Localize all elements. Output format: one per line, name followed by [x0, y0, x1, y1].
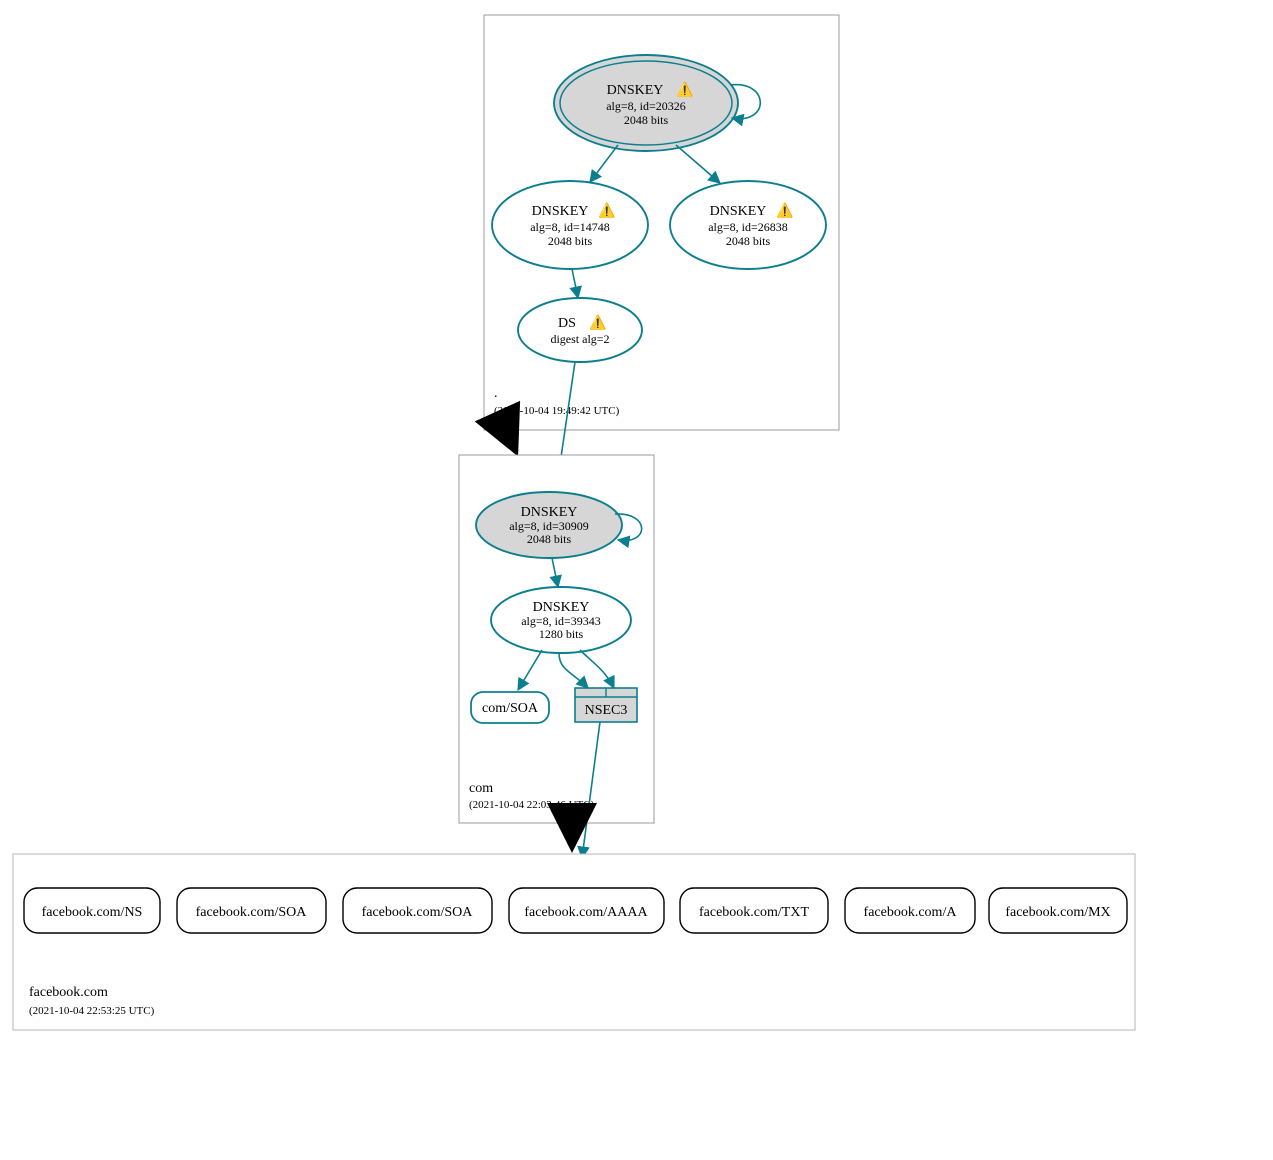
warning-icon: ⚠️ [598, 202, 615, 219]
warning-icon: ⚠️ [676, 81, 693, 98]
node-root-ds: DS ⚠️ digest alg=2 [518, 298, 642, 362]
rr-a: facebook.com/A [845, 888, 975, 933]
rr-mx: facebook.com/MX [989, 888, 1127, 933]
node-root-ksk: DNSKEY ⚠️ alg=8, id=20326 2048 bits [554, 55, 738, 151]
zone-fb: facebook.com (2021-10-04 22:53:25 UTC) f… [13, 854, 1135, 1030]
warning-icon: ⚠️ [776, 202, 793, 219]
svg-text:DS: DS [558, 316, 576, 331]
svg-text:digest alg=2: digest alg=2 [550, 332, 609, 346]
svg-text:facebook.com/SOA: facebook.com/SOA [362, 905, 474, 920]
zone-root-title: . [494, 386, 498, 401]
zone-fb-timestamp: (2021-10-04 22:53:25 UTC) [29, 1005, 155, 1017]
svg-text:DNSKEY: DNSKEY [533, 600, 590, 615]
svg-text:DNSKEY: DNSKEY [532, 204, 589, 219]
zone-fb-title: facebook.com [29, 985, 108, 1000]
node-root-zsk1: DNSKEY ⚠️ alg=8, id=14748 2048 bits [492, 181, 648, 269]
svg-text:DNSKEY: DNSKEY [521, 505, 578, 520]
svg-text:alg=8, id=20326: alg=8, id=20326 [606, 99, 686, 113]
svg-text:2048 bits: 2048 bits [527, 532, 572, 546]
node-com-soa: com/SOA [471, 692, 549, 723]
svg-text:facebook.com/A: facebook.com/A [864, 905, 958, 920]
rr-aaaa: facebook.com/AAAA [509, 888, 664, 933]
rr-soa1: facebook.com/SOA [177, 888, 326, 933]
svg-text:alg=8, id=30909: alg=8, id=30909 [509, 519, 589, 533]
zone-com-timestamp: (2021-10-04 22:03:46 UTC) [469, 799, 595, 811]
svg-text:facebook.com/TXT: facebook.com/TXT [699, 905, 809, 920]
svg-text:facebook.com/NS: facebook.com/NS [42, 905, 143, 920]
svg-text:facebook.com/SOA: facebook.com/SOA [196, 905, 308, 920]
svg-text:alg=8, id=14748: alg=8, id=14748 [530, 220, 610, 234]
svg-text:2048 bits: 2048 bits [624, 113, 669, 127]
node-com-ksk: DNSKEY alg=8, id=30909 2048 bits [476, 492, 622, 558]
rr-soa2: facebook.com/SOA [343, 888, 492, 933]
svg-text:NSEC3: NSEC3 [585, 703, 628, 718]
zone-root-timestamp: (2021-10-04 19:49:42 UTC) [494, 405, 620, 417]
zone-com-title: com [469, 781, 493, 796]
svg-text:DNSKEY: DNSKEY [710, 204, 767, 219]
svg-text:DNSKEY: DNSKEY [607, 83, 664, 98]
zone-com: com (2021-10-04 22:03:46 UTC) DNSKEY alg… [459, 455, 654, 823]
dnssec-diagram: . (2021-10-04 19:49:42 UTC) DNSKEY ⚠️ al… [0, 0, 1273, 1160]
rr-txt: facebook.com/TXT [680, 888, 828, 933]
svg-text:facebook.com/AAAA: facebook.com/AAAA [524, 905, 648, 920]
svg-text:2048 bits: 2048 bits [548, 234, 593, 248]
rr-ns: facebook.com/NS [24, 888, 160, 933]
svg-text:1280 bits: 1280 bits [539, 627, 584, 641]
svg-text:alg=8, id=39343: alg=8, id=39343 [521, 614, 601, 628]
node-com-nsec3: NSEC3 [575, 688, 637, 722]
svg-text:facebook.com/MX: facebook.com/MX [1005, 905, 1110, 920]
svg-text:alg=8, id=26838: alg=8, id=26838 [708, 220, 788, 234]
node-root-zsk2: DNSKEY ⚠️ alg=8, id=26838 2048 bits [670, 181, 826, 269]
warning-icon: ⚠️ [589, 314, 606, 331]
svg-text:com/SOA: com/SOA [482, 701, 539, 716]
zone-root: . (2021-10-04 19:49:42 UTC) DNSKEY ⚠️ al… [484, 15, 839, 430]
svg-text:2048 bits: 2048 bits [726, 234, 771, 248]
node-com-zsk: DNSKEY alg=8, id=39343 1280 bits [491, 587, 631, 653]
